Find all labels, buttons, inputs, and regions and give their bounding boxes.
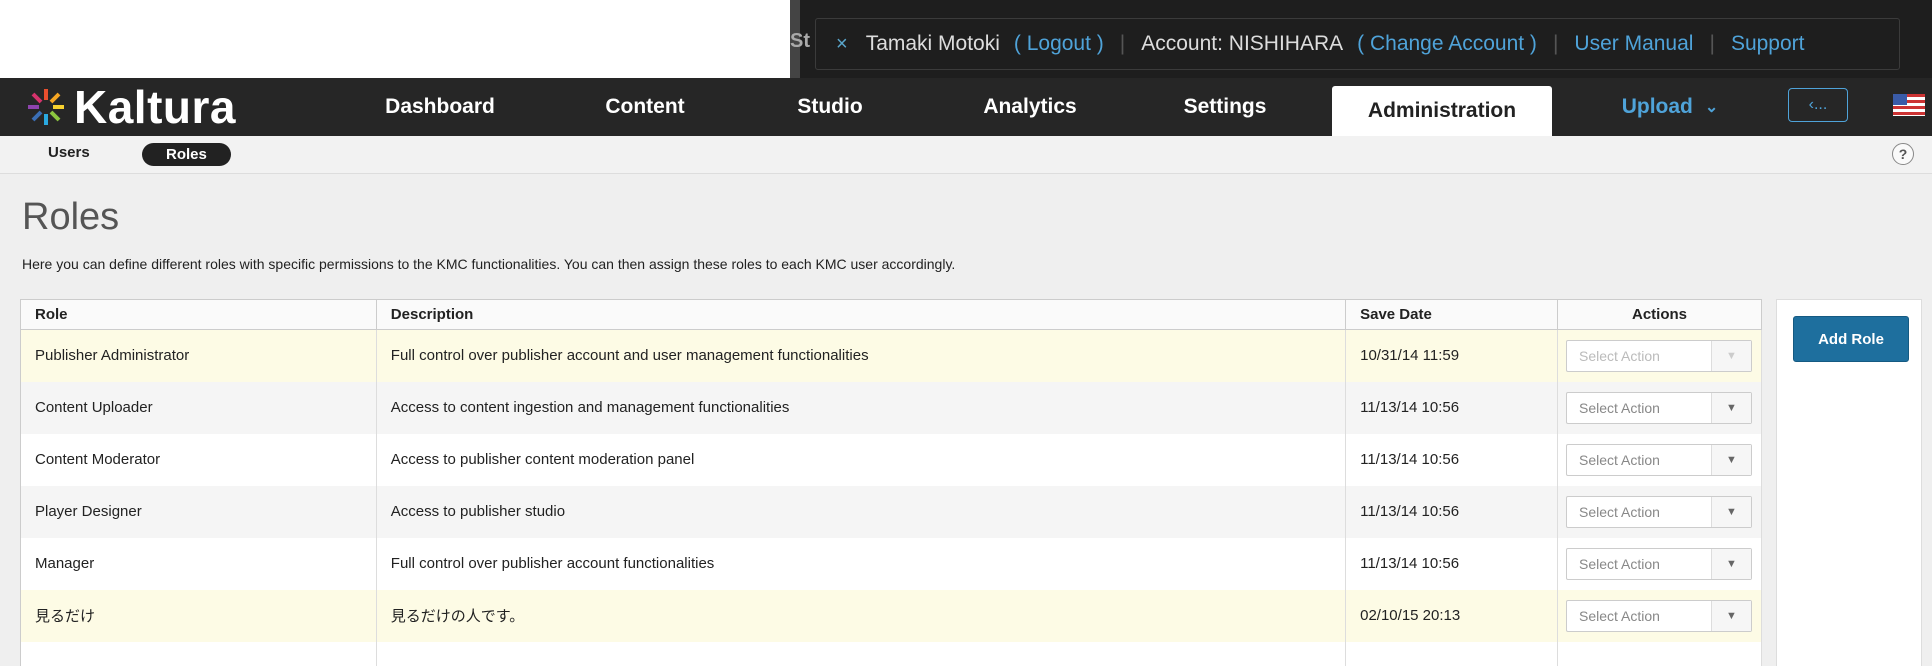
role-name: Content Moderator [20, 433, 377, 486]
divider: | [1119, 32, 1126, 55]
column-header-actions: Actions [1557, 299, 1763, 330]
close-icon[interactable]: × [836, 33, 848, 56]
main-content: Roles Here you can define different role… [0, 174, 1932, 666]
select-action-dropdown[interactable]: Select Action ▼ [1565, 443, 1752, 476]
role-actions-cell: Select Action ▼ [1557, 485, 1763, 538]
sub-nav: Users Roles ? [0, 136, 1932, 174]
nav-studio[interactable]: Studio [770, 78, 890, 136]
select-action-label: Select Action [1578, 503, 1660, 520]
role-description: Access to publisher studio [376, 485, 1347, 538]
empty-cell [376, 641, 1347, 666]
role-name: Manager [20, 537, 377, 590]
tab-users[interactable]: Users [48, 144, 90, 161]
role-name: 見るだけ [20, 589, 377, 642]
roles-table: Role Description Save Date Actions Publi… [20, 299, 1763, 666]
column-header-save-date[interactable]: Save Date [1345, 299, 1558, 330]
select-action-dropdown[interactable]: Select Action ▼ [1565, 547, 1752, 580]
select-action-dropdown[interactable]: Select Action ▼ [1565, 339, 1752, 372]
role-save-date: 11/13/14 10:56 [1345, 537, 1558, 590]
table-row[interactable]: Publisher Administrator Full control over… [20, 329, 1763, 382]
divider: | [1709, 32, 1715, 55]
select-action-dropdown[interactable]: Select Action ▼ [1565, 391, 1752, 424]
empty-cell [20, 641, 377, 666]
chevron-down-icon: ▼ [1710, 340, 1751, 371]
partial-text: St [790, 30, 810, 52]
select-action-label: Select Action [1578, 347, 1660, 364]
empty-row [20, 641, 1763, 666]
role-save-date: 11/13/14 10:56 [1345, 381, 1558, 434]
upload-label: Upload [1621, 95, 1693, 118]
role-save-date: 11/13/14 10:56 [1345, 485, 1558, 538]
user-manual-link[interactable]: User Manual [1574, 32, 1693, 56]
select-action-label: Select Action [1578, 555, 1660, 572]
chevron-down-icon: ▼ [1710, 496, 1751, 527]
role-description: Access to content ingestion and manageme… [376, 381, 1347, 434]
chevron-down-icon: ⌄ [1704, 99, 1719, 116]
page-title: Roles [22, 196, 120, 238]
kaltura-logo-icon [28, 89, 64, 125]
chevron-down-icon: ▼ [1710, 600, 1751, 631]
page-description: Here you can define different roles with… [22, 256, 956, 272]
column-header-description[interactable]: Description [376, 299, 1347, 330]
nav-content[interactable]: Content [570, 78, 720, 136]
nav-dashboard[interactable]: Dashboard [360, 78, 520, 136]
role-save-date: 02/10/15 20:13 [1345, 589, 1558, 642]
change-account-link[interactable]: ( Change Account ) [1357, 32, 1537, 56]
role-save-date: 10/31/14 11:59 [1345, 329, 1558, 382]
role-name: Publisher Administrator [20, 329, 377, 382]
account-name: Account: NISHIHARA [1141, 32, 1344, 55]
user-name: Tamaki Motoki [865, 32, 1000, 55]
side-panel: Add Role [1776, 299, 1922, 666]
table-row[interactable]: Content Moderator Access to publisher con… [20, 433, 1763, 486]
role-actions-cell: Select Action ▼ [1557, 381, 1763, 434]
account-bar: St × Tamaki Motoki ( Logout ) | Account:… [790, 0, 1932, 78]
role-actions-cell: Select Action ▼ [1557, 589, 1763, 642]
chevron-down-icon: ▼ [1710, 444, 1751, 475]
tab-roles[interactable]: Roles [142, 143, 231, 166]
role-actions-cell: Select Action ▼ [1557, 433, 1763, 486]
kmc-window: St × Tamaki Motoki ( Logout ) | Account:… [0, 0, 1932, 666]
collapse-button[interactable]: ‹... [1788, 88, 1848, 122]
role-description: Full control over publisher account and … [376, 329, 1347, 382]
role-description: Full control over publisher account func… [376, 537, 1347, 590]
empty-cell [1345, 641, 1558, 666]
nav-administration[interactable]: Administration [1332, 86, 1552, 136]
role-save-date: 11/13/14 10:56 [1345, 433, 1558, 486]
table-header: Role Description Save Date Actions [20, 299, 1763, 330]
table-row[interactable]: 見るだけ 見るだけの人です。 02/10/15 20:13 Select Action… [20, 589, 1763, 642]
nav-settings[interactable]: Settings [1150, 78, 1300, 136]
logout-link[interactable]: ( Logout ) [1014, 32, 1104, 56]
table-row[interactable]: Manager Full control over publisher accou… [20, 537, 1763, 590]
table-row[interactable]: Player Designer Access to publisher studi… [20, 485, 1763, 538]
support-link[interactable]: Support [1731, 32, 1805, 56]
chevron-down-icon: ▼ [1710, 548, 1751, 579]
role-name: Player Designer [20, 485, 377, 538]
role-name: Content Uploader [20, 381, 377, 434]
select-action-dropdown[interactable]: Select Action ▼ [1565, 599, 1752, 632]
help-icon[interactable]: ? [1892, 143, 1914, 165]
select-action-label: Select Action [1578, 451, 1660, 468]
main-nav: Kaltura Dashboard Content Studio Analyti… [0, 78, 1932, 136]
account-info: × Tamaki Motoki ( Logout ) | Account: NI… [815, 18, 1900, 70]
nav-analytics[interactable]: Analytics [950, 78, 1110, 136]
add-role-button[interactable]: Add Role [1793, 316, 1909, 362]
chevron-down-icon: ▼ [1710, 392, 1751, 423]
empty-cell [1557, 641, 1763, 666]
role-actions-cell: Select Action ▼ [1557, 329, 1763, 382]
table-row[interactable]: Content Uploader Access to content ingest… [20, 381, 1763, 434]
kaltura-logo[interactable]: Kaltura [24, 81, 236, 133]
column-header-role[interactable]: Role [20, 299, 377, 330]
select-action-label: Select Action [1578, 399, 1660, 416]
role-description: Access to publisher content moderation p… [376, 433, 1347, 486]
divider: | [1552, 32, 1559, 55]
select-action-dropdown[interactable]: Select Action ▼ [1565, 495, 1752, 528]
upload-menu[interactable]: Upload ⌄ [1610, 78, 1730, 136]
role-description: 見るだけの人です。 [376, 589, 1347, 642]
logo-text: Kaltura [74, 81, 236, 133]
role-actions-cell: Select Action ▼ [1557, 537, 1763, 590]
us-flag-icon[interactable] [1893, 94, 1925, 116]
select-action-label: Select Action [1578, 607, 1660, 624]
